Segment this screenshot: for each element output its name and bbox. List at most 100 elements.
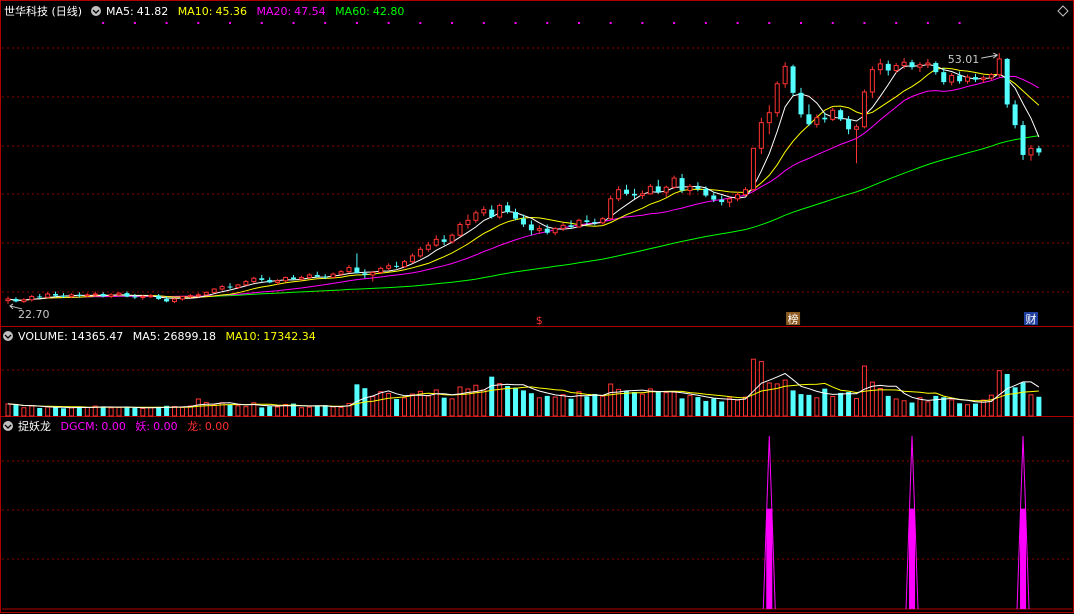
volume-bar-up xyxy=(330,406,336,417)
volume-bar-up xyxy=(925,401,931,417)
candle-body-up xyxy=(671,177,677,188)
volume-bar-up xyxy=(782,379,788,417)
candle-body-down xyxy=(568,225,574,227)
candle-body-up xyxy=(457,223,463,236)
volume-bar-down xyxy=(584,396,590,416)
candle-body-up xyxy=(172,298,178,302)
volume-bar-down xyxy=(790,390,796,416)
candle-body-up xyxy=(338,271,344,275)
circle-chevron-down-icon[interactable] xyxy=(3,421,13,431)
volume-bar-down xyxy=(505,385,511,416)
candle-body-up xyxy=(735,194,741,200)
candle-body-down xyxy=(314,274,320,277)
candle-body-down xyxy=(1020,125,1026,155)
candle-body-down xyxy=(100,293,106,297)
signal-dot xyxy=(260,22,263,24)
volume-bar-down xyxy=(719,401,725,416)
candle-body-up xyxy=(925,62,931,66)
candle-body-up xyxy=(140,295,146,298)
circle-chevron-down-icon[interactable] xyxy=(3,331,13,341)
event-marks: $ 榜 财 xyxy=(536,312,1038,327)
candle-body-down xyxy=(933,63,939,73)
volume-bar-up xyxy=(402,397,407,417)
volume-bar-down xyxy=(513,387,519,416)
signal-dot xyxy=(133,22,136,24)
volume-bar-up xyxy=(481,389,487,417)
candle-body-up xyxy=(346,267,352,273)
candle-body-up xyxy=(647,185,653,195)
volume-bar-down xyxy=(267,406,273,416)
ma60-label: MA60: xyxy=(335,5,370,18)
volume-bar-down xyxy=(520,390,526,416)
volume-bar-up xyxy=(21,407,27,417)
candle-body-down xyxy=(267,279,273,283)
volume-bar-up xyxy=(298,407,304,417)
volume-bar-down xyxy=(631,392,637,416)
candle-body-up xyxy=(378,267,384,273)
volume-bar-up xyxy=(758,361,764,417)
candle-body-up xyxy=(116,292,122,296)
indicator-spike-bar xyxy=(1020,508,1027,609)
vol-ma10-value: 17342.34 xyxy=(263,330,316,343)
candle-body-up xyxy=(869,69,875,93)
signal-dot xyxy=(577,22,580,24)
volume-bar-down xyxy=(227,404,233,416)
volume-bar-up xyxy=(172,406,178,417)
candle-body-up xyxy=(727,198,733,203)
volume-bar-up xyxy=(639,393,645,417)
candle-body-down xyxy=(838,110,844,120)
candle-body-down xyxy=(695,186,701,189)
volume-bar-up xyxy=(671,391,677,417)
volume-bar-down xyxy=(1020,382,1026,416)
volume-bar-down xyxy=(679,398,685,416)
candle-body-up xyxy=(148,295,154,298)
candle-body-up xyxy=(179,295,185,300)
candle-body-up xyxy=(449,234,455,243)
candle-body-down xyxy=(1012,104,1018,126)
candle-body-up xyxy=(814,117,820,125)
candle-body-up xyxy=(465,219,471,225)
candle-body-up xyxy=(45,293,51,298)
signal-dot xyxy=(831,22,834,24)
candle-body-down xyxy=(528,224,534,231)
candle-body-up xyxy=(917,64,923,68)
volume-bar-down xyxy=(592,393,598,416)
volume-bar-down xyxy=(259,407,265,416)
candle-body-down xyxy=(53,293,59,296)
volume-bar-up xyxy=(917,397,923,417)
candle-body-down xyxy=(703,188,709,196)
price-ma-legend: MA5: 41.82 MA10: 45.36 MA20: 47.54 MA60: 42.… xyxy=(106,5,404,18)
volume-bar-down xyxy=(53,407,59,416)
volume-bar-down xyxy=(798,394,804,416)
svg-text:VOLUME:14365.47 MA5:2689: VOLUME: 14365.47 MA5: 26899.18 MA10: 17342.… xyxy=(18,330,316,343)
volume-bar-up xyxy=(560,394,566,417)
candle-body-down xyxy=(354,267,360,274)
candle-body-up xyxy=(996,58,1002,76)
candle-body-up xyxy=(663,186,669,193)
volume-legend: VOLUME: 14365.47 MA5: 26899.18 MA10: 17342.… xyxy=(3,330,316,343)
volume-bar-up xyxy=(243,406,249,417)
volume-bar-up xyxy=(68,407,74,417)
price-candles xyxy=(5,53,1042,304)
candle-body-down xyxy=(37,296,43,298)
candle-body-down xyxy=(846,119,852,130)
candle-body-down xyxy=(259,278,265,280)
candle-body-up xyxy=(330,273,336,278)
candle-body-down xyxy=(441,239,447,242)
candle-body-down xyxy=(156,295,162,299)
diamond-icon[interactable] xyxy=(1057,5,1069,17)
volume-bar-up xyxy=(29,405,35,417)
volume-bar-down xyxy=(100,406,106,416)
indicator-legend: 捉妖龙 DGCM: 0.00 妖: 0.00 龙: 0.00 xyxy=(3,419,229,433)
volume-bar-up xyxy=(425,395,431,417)
candle-body-up xyxy=(219,286,225,290)
dgcm-label: DGCM: xyxy=(61,420,99,433)
volume-label: VOLUME: xyxy=(18,330,68,343)
volume-bar-up xyxy=(949,399,955,417)
volume-bar-up xyxy=(457,386,463,417)
volume-bar-up xyxy=(647,388,653,417)
circle-chevron-down-icon[interactable] xyxy=(91,6,101,16)
candle-body-down xyxy=(957,75,963,82)
candle-body-up xyxy=(552,228,558,234)
yao-label: 妖: xyxy=(135,419,150,433)
